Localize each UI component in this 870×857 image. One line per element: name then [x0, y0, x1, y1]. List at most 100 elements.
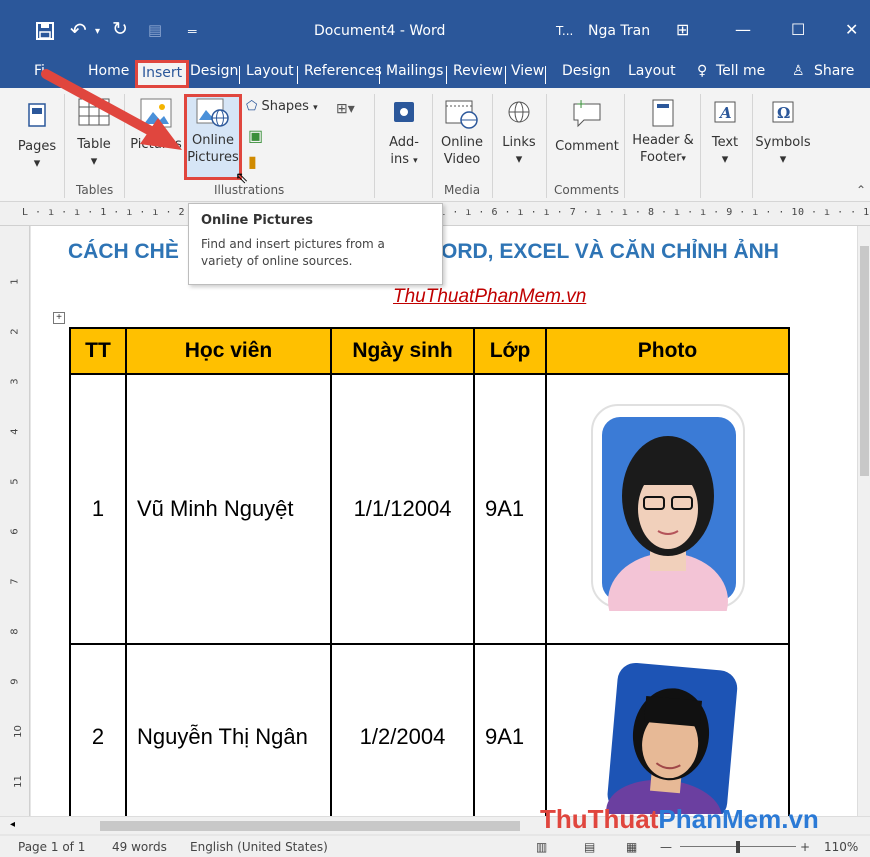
cell-dob[interactable]: 1/1/12004: [330, 373, 475, 645]
addins-label-1: Add-: [389, 135, 419, 150]
read-mode-icon[interactable]: ▥: [536, 840, 547, 854]
cell-class[interactable]: 9A1: [473, 373, 547, 645]
ruler-number: 8: [9, 628, 21, 635]
minimize-icon[interactable]: —: [735, 20, 751, 39]
document-title: Document4 - Word: [314, 23, 446, 39]
tab-separator: [239, 66, 240, 84]
table-label: Table: [77, 137, 111, 152]
header-dob: Ngày sinh: [330, 327, 475, 375]
tab-design[interactable]: Design: [190, 63, 238, 85]
tab-insert[interactable]: Insert: [135, 60, 190, 88]
ribbon-display-icon[interactable]: ⊞: [676, 20, 689, 39]
links-button[interactable]: Links ▾: [498, 100, 540, 168]
cell-photo[interactable]: [545, 373, 790, 649]
addins-button[interactable]: Add- ins ▾: [382, 100, 426, 170]
cell-name[interactable]: Nguyễn Thị Ngân: [125, 643, 332, 816]
text-box-icon: A: [714, 101, 736, 123]
symbols-button[interactable]: Ω Symbols ▾: [754, 100, 812, 168]
cell-dob[interactable]: 1/2/2004: [330, 643, 475, 816]
tab-separator: [297, 66, 298, 84]
print-layout-icon[interactable]: ▤: [584, 840, 595, 854]
tab-separator: [446, 66, 447, 84]
zoom-slider-thumb[interactable]: [736, 841, 740, 853]
cell-tt[interactable]: 2: [69, 643, 127, 816]
tab-layout[interactable]: Layout: [246, 63, 294, 85]
dropdown-arrow-icon: ▾: [33, 156, 41, 171]
language-status[interactable]: English (United States): [190, 840, 328, 854]
share-button[interactable]: Share: [814, 63, 854, 85]
ruler-number: 5: [9, 478, 21, 485]
tab-references[interactable]: References: [304, 63, 382, 85]
scrollbar-thumb[interactable]: [100, 821, 520, 831]
shapes-button[interactable]: ⬠ Shapes ▾: [246, 98, 326, 117]
text-button[interactable]: A Text ▾: [704, 100, 746, 168]
smartart-icon[interactable]: ⊞▾: [336, 100, 355, 117]
collapse-ribbon-icon[interactable]: ⌃: [856, 183, 866, 197]
format-painter-icon[interactable]: ▤: [148, 21, 162, 39]
ruler-number: 1: [9, 278, 21, 285]
scroll-left-icon[interactable]: ◂: [10, 819, 15, 830]
tell-me-badge[interactable]: T...: [556, 24, 573, 38]
document-page[interactable]: CÁCH CHÈ ORD, EXCEL VÀ CĂN CHỈNH ẢNH Thu…: [31, 226, 857, 816]
tab-mailings[interactable]: Mailings: [386, 63, 443, 85]
online-video-button[interactable]: Online Video: [438, 98, 486, 168]
user-name[interactable]: Nga Tran: [588, 23, 650, 39]
comment-label: Comment: [555, 139, 619, 154]
tab-home[interactable]: Home: [88, 63, 129, 85]
cell-photo[interactable]: [545, 643, 790, 816]
page-count[interactable]: Page 1 of 1: [18, 840, 85, 854]
vertical-scrollbar[interactable]: [857, 226, 870, 816]
cell-class[interactable]: 9A1: [473, 643, 547, 816]
undo-dropdown-icon[interactable]: ▾: [95, 26, 100, 37]
watermark-part1: ThuThuat: [540, 804, 659, 834]
group-separator: [492, 94, 493, 198]
online-pictures-tooltip: Online Pictures Find and insert pictures…: [188, 203, 443, 285]
cell-name[interactable]: Vũ Minh Nguyệt: [125, 373, 332, 645]
tab-file[interactable]: Fi: [34, 63, 45, 85]
zoom-in-icon[interactable]: +: [800, 840, 810, 854]
online-pictures-icon: [196, 98, 229, 127]
customize-toolbar-icon[interactable]: ═: [188, 24, 197, 38]
tell-me-search[interactable]: Tell me: [716, 63, 765, 85]
tab-separator: [505, 66, 506, 84]
vertical-ruler[interactable]: 1 2 3 4 5 6 7 8 9 10 11: [0, 226, 30, 822]
screenshot-icon[interactable]: ▣: [248, 126, 263, 146]
document-link[interactable]: ThuThuatPhanMem.vn: [393, 286, 586, 308]
pages-button[interactable]: Pages ▾: [14, 102, 60, 172]
tab-review[interactable]: Review: [453, 63, 503, 85]
cell-tt[interactable]: 1: [69, 373, 127, 645]
tab-table-design[interactable]: Design: [562, 63, 610, 85]
chart-icon[interactable]: ▮: [248, 152, 257, 172]
dropdown-arrow-icon: ▾: [721, 152, 729, 167]
ribbon-insert: Pages ▾ Table ▾ Tables Pictures Online P…: [0, 88, 870, 202]
tab-table-layout[interactable]: Layout: [628, 63, 676, 85]
scrollbar-thumb[interactable]: [860, 246, 869, 476]
addins-label-2: ins: [390, 152, 409, 167]
redo-icon[interactable]: ↻: [112, 18, 128, 41]
dropdown-arrow-icon: ▾: [681, 154, 686, 164]
student-photo-2[interactable]: [583, 654, 753, 816]
symbols-label: Symbols: [755, 135, 811, 150]
comment-button[interactable]: + Comment: [552, 98, 622, 155]
maximize-icon[interactable]: ☐: [791, 20, 805, 39]
zoom-out-icon[interactable]: —: [660, 840, 672, 854]
word-count[interactable]: 49 words: [112, 840, 167, 854]
student-photo-1[interactable]: [588, 401, 748, 649]
web-layout-icon[interactable]: ▦: [626, 840, 637, 854]
ruler-marks: L · ı · ı · 1 · ı · ı · 2 · ı · ı · 3 · …: [22, 207, 870, 218]
group-separator: [124, 94, 125, 198]
table-move-handle-icon[interactable]: +: [53, 312, 65, 324]
zoom-level[interactable]: 110%: [824, 840, 858, 854]
online-pictures-label-2: Pictures: [187, 150, 239, 165]
ruler-number: 7: [9, 578, 21, 585]
shapes-label: Shapes: [261, 99, 309, 114]
online-pictures-button[interactable]: Online Pictures: [187, 98, 239, 166]
save-icon[interactable]: [36, 22, 54, 45]
table-button[interactable]: Table ▾: [74, 98, 114, 170]
pictures-button[interactable]: Pictures: [130, 98, 182, 153]
undo-icon[interactable]: ↶: [70, 18, 87, 43]
close-icon[interactable]: ✕: [845, 20, 858, 39]
tab-view[interactable]: View: [511, 63, 544, 85]
svg-text:+: +: [576, 98, 586, 111]
header-footer-button[interactable]: Header & Footer▾: [630, 98, 696, 168]
